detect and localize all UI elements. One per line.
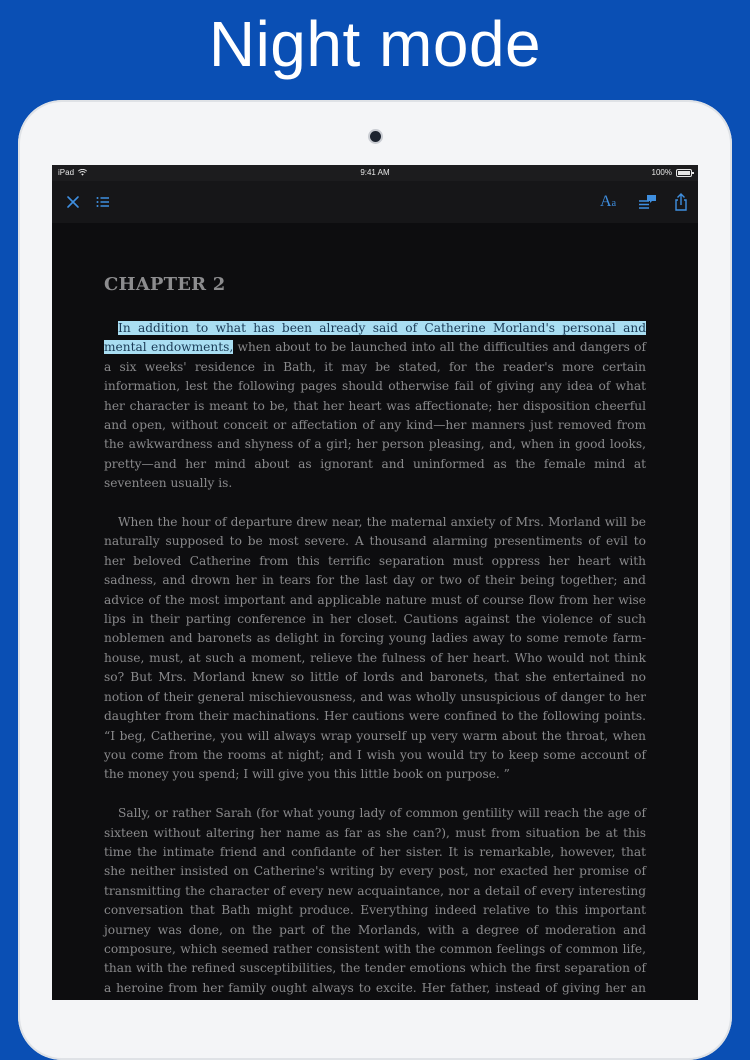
- paragraph-1[interactable]: In addition to what has been already sai…: [104, 319, 646, 494]
- paragraph-3[interactable]: Sally, or rather Sarah (for what young l…: [104, 804, 646, 1000]
- chapter-title: CHAPTER 2: [104, 274, 226, 295]
- status-time: 9:41 AM: [360, 168, 390, 177]
- paragraph-2[interactable]: When the hour of departure drew near, th…: [104, 513, 646, 785]
- list-icon[interactable]: [92, 191, 114, 213]
- battery-icon: [676, 168, 694, 177]
- notes-icon[interactable]: [636, 191, 658, 213]
- font-settings-button[interactable]: Aa: [600, 191, 622, 213]
- battery-percent: 100%: [651, 168, 672, 177]
- reader-screen: iPad 9:41 AM 100% Aa CHAPTER 2 In additi…: [52, 165, 698, 1000]
- paragraph-text: When the hour of departure drew near, th…: [104, 515, 646, 782]
- promo-headline: Night mode: [208, 8, 542, 80]
- front-camera: [370, 131, 381, 142]
- status-right: 100%: [651, 168, 694, 177]
- paragraph-text: Sally, or rather Sarah (for what young l…: [104, 806, 646, 995]
- font-label-small: a: [611, 198, 617, 209]
- paragraph-text: when about to be launched into all the d…: [104, 340, 646, 491]
- close-icon[interactable]: [62, 191, 84, 213]
- font-label-big: A: [600, 193, 612, 210]
- share-icon[interactable]: [670, 191, 692, 213]
- reader-toolbar: Aa: [52, 181, 698, 223]
- status-bar: iPad 9:41 AM 100%: [52, 165, 698, 181]
- book-content: CHAPTER 2 In addition to what has been a…: [104, 273, 646, 1000]
